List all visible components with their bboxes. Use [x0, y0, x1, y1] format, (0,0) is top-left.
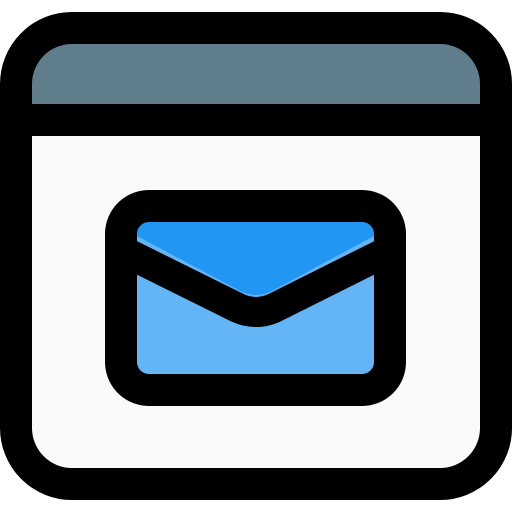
browser-mail-icon — [0, 0, 512, 512]
browser-mail-icon-graphic — [0, 12, 512, 500]
